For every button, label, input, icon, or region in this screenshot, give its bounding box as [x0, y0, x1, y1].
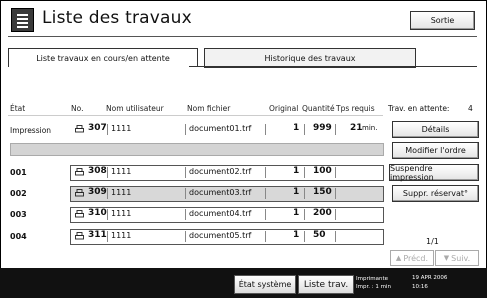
quantity: 200	[313, 208, 332, 218]
printer-icon	[75, 189, 84, 197]
tab-current-jobs[interactable]: Liste travaux en cours/en attente	[8, 48, 198, 67]
file-name: document04.trf	[189, 209, 252, 218]
progress-band	[10, 143, 384, 156]
header-separator	[8, 115, 383, 116]
column-file: Nom fichier	[187, 104, 231, 113]
file-name: document01.trf	[189, 124, 252, 133]
job-number: 309	[88, 187, 107, 197]
details-button[interactable]: Détails	[392, 121, 479, 138]
triangle-up-icon: ▲	[395, 254, 402, 262]
column-quantity: Quantité	[302, 104, 335, 113]
triangle-down-icon: ▼	[443, 254, 450, 262]
job-number: 308	[88, 166, 107, 176]
waiting-jobs-label: Trav. en attente:	[388, 104, 450, 113]
row-state-4: 004	[10, 232, 27, 241]
time-required: 21	[350, 123, 363, 133]
time-display: 10:16	[412, 284, 428, 290]
header-divider	[8, 36, 477, 37]
next-label: Suiv.	[451, 253, 471, 263]
printing-row[interactable]: 307 1111 document01.trf 1 999 21 min.	[70, 122, 384, 138]
row-state-1: 001	[10, 168, 27, 177]
printer-icon	[75, 168, 84, 176]
quantity: 150	[313, 187, 332, 197]
original-count: 1	[293, 123, 300, 133]
time-unit: min.	[362, 124, 378, 132]
table-row[interactable]: 310 1111 document04.trf 1 200	[70, 207, 384, 223]
row-state-3: 003	[10, 210, 27, 219]
column-number: No.	[71, 104, 84, 113]
row-state-2: 002	[10, 189, 27, 198]
tab-bar: Liste travaux en cours/en attente Histor…	[8, 48, 477, 68]
system-status-button[interactable]: État système	[234, 275, 296, 294]
original-count: 1	[293, 166, 300, 176]
date-display: 19 APR 2006	[412, 275, 448, 281]
column-state: État	[10, 104, 26, 113]
suspend-printing-button[interactable]: Suspendre impression	[389, 164, 479, 182]
printer-status-label: Imprimante	[356, 276, 389, 282]
file-name: document03.trf	[189, 188, 252, 197]
original-count: 1	[293, 187, 300, 197]
column-original: Original	[269, 104, 299, 113]
original-count: 1	[293, 208, 300, 218]
table-row-selected[interactable]: 309 1111 document03.trf 1 150	[70, 186, 384, 202]
waiting-jobs-count: 4	[468, 104, 473, 113]
page-title: Liste des travaux	[42, 8, 192, 28]
user-name: 1111	[111, 124, 132, 133]
delete-reservation-button[interactable]: Suppr. réservat°	[392, 185, 479, 202]
job-number: 311	[88, 230, 107, 240]
quantity: 999	[313, 123, 332, 133]
previous-page-button[interactable]: ▲ Précd.	[390, 250, 434, 266]
tab-job-history[interactable]: Historique des travaux	[204, 48, 416, 68]
original-count: 1	[293, 230, 300, 240]
job-number: 307	[88, 123, 107, 133]
printer-icon	[75, 210, 84, 218]
previous-label: Précd.	[403, 253, 429, 263]
page-indicator: 1/1	[426, 237, 439, 246]
job-number: 310	[88, 208, 107, 218]
job-list-icon	[11, 8, 34, 32]
user-name: 1111	[111, 209, 132, 218]
user-name: 1111	[111, 167, 132, 176]
table-row[interactable]: 311 1111 document05.trf 1 50	[70, 229, 384, 245]
table-row[interactable]: 308 1111 document02.trf 1 100	[70, 165, 384, 181]
tab-baseline	[189, 66, 477, 67]
user-name: 1111	[111, 188, 132, 197]
file-name: document05.trf	[189, 231, 252, 240]
quantity: 50	[313, 230, 326, 240]
file-name: document02.trf	[189, 167, 252, 176]
user-name: 1111	[111, 231, 132, 240]
next-page-button[interactable]: ▼ Suiv.	[435, 250, 479, 266]
printer-time: Impr. : 1 min	[356, 284, 391, 290]
column-user: Nom utilisateur	[106, 104, 164, 113]
printer-icon	[75, 232, 84, 240]
job-list-button[interactable]: Liste trav.	[298, 275, 354, 294]
exit-button[interactable]: Sortie	[410, 11, 475, 30]
column-time: Tps requis	[336, 104, 375, 113]
quantity: 100	[313, 166, 332, 176]
modify-order-button[interactable]: Modifier l'ordre	[392, 142, 479, 159]
printing-state: Impression	[10, 126, 52, 135]
printer-icon	[75, 125, 84, 133]
